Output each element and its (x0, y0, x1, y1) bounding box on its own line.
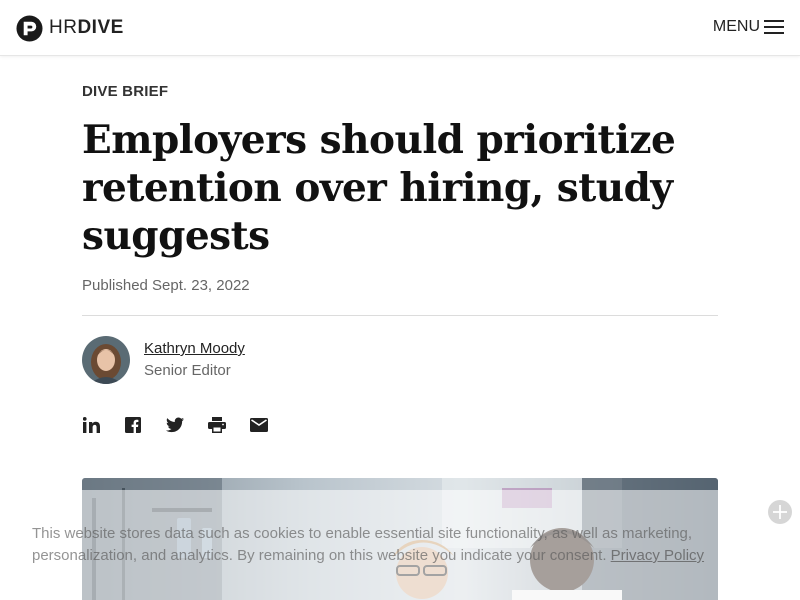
privacy-policy-link[interactable]: Privacy Policy (611, 547, 704, 564)
logo-text: HRDIVE (49, 17, 124, 39)
author-info: Kathryn Moody Senior Editor (144, 338, 245, 382)
logo-mark-icon (16, 14, 43, 42)
menu-button[interactable]: MENU (713, 18, 784, 36)
facebook-icon[interactable] (124, 416, 142, 434)
cookie-banner: This website stores data such as cookies… (0, 490, 800, 600)
menu-label: MENU (712, 18, 760, 35)
published-date: Published Sept. 23, 2022 (82, 277, 250, 294)
article-title: Employers should prioritize retention ov… (82, 117, 676, 259)
cookie-close-icon[interactable] (768, 500, 792, 524)
divider (82, 315, 718, 316)
hr-dive-logo[interactable]: HRDIVE (16, 14, 124, 42)
email-icon[interactable] (250, 416, 268, 434)
author-avatar[interactable] (82, 336, 130, 384)
hamburger-icon (764, 20, 784, 34)
logo-dive: DIVE (77, 17, 124, 38)
share-bar (82, 416, 292, 434)
author-name-link[interactable]: Kathryn Moody (144, 338, 245, 360)
cookie-text: This website stores data such as cookies… (32, 523, 752, 567)
cookie-message: This website stores data such as cookies… (32, 525, 693, 564)
author-byline: Kathryn Moody Senior Editor (82, 336, 245, 384)
twitter-icon[interactable] (166, 416, 184, 434)
linkedin-icon[interactable] (82, 416, 100, 434)
site-header: HRDIVE MENU (0, 0, 800, 56)
avatar-image (82, 336, 130, 384)
article-eyebrow: DIVE BRIEF (82, 83, 169, 100)
print-icon[interactable] (208, 416, 226, 434)
logo-hr: HR (49, 17, 78, 38)
author-role: Senior Editor (144, 362, 231, 379)
